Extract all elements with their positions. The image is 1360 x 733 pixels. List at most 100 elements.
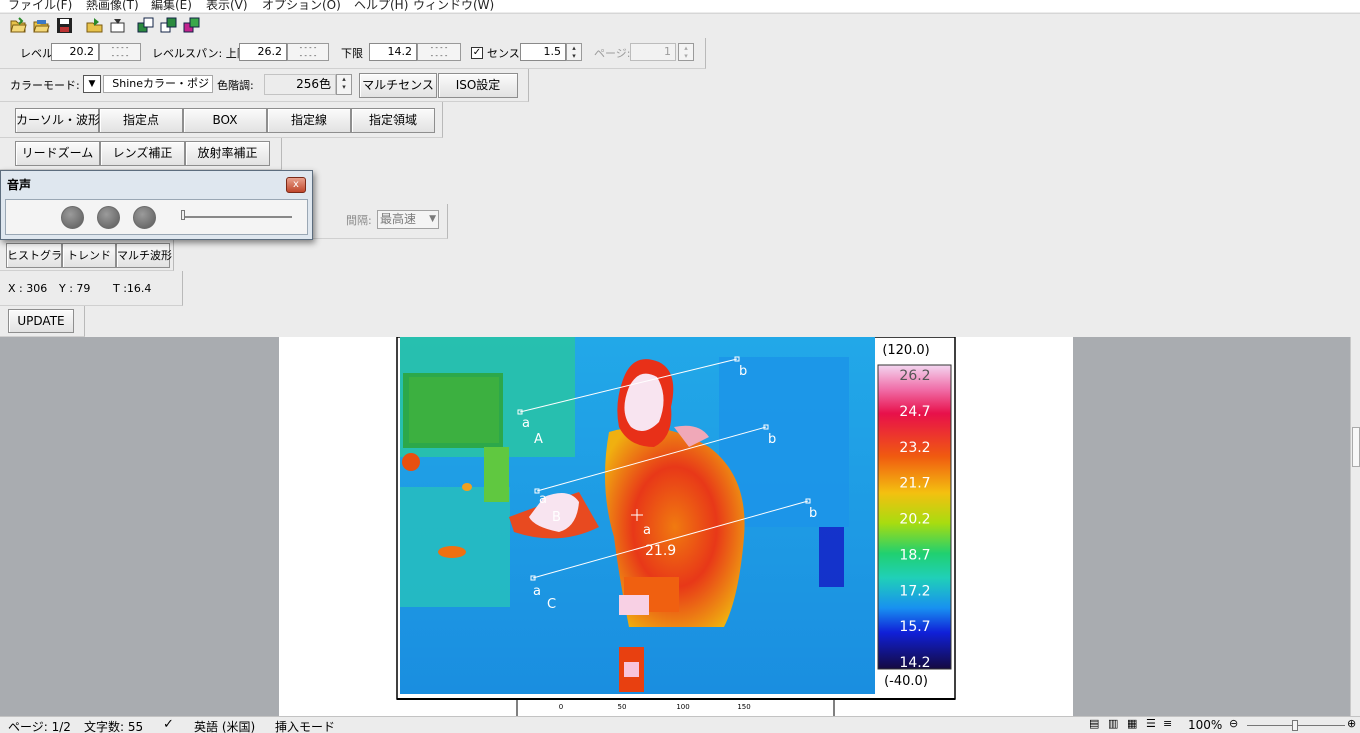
scale-tick-label: 26.2 xyxy=(899,368,930,384)
spellcheck-icon[interactable]: ✓ xyxy=(163,717,174,732)
level-spinner[interactable]: - - - -- - - - xyxy=(99,43,141,61)
menu-file[interactable]: ファイル(F) xyxy=(8,0,72,12)
chevron-down-icon[interactable]: ▼ xyxy=(83,75,101,93)
save-disk-icon[interactable] xyxy=(56,17,73,34)
upper-limit-input[interactable]: 26.2 xyxy=(239,43,287,61)
line-c-start-label: a xyxy=(533,584,541,599)
toolbar xyxy=(0,13,1360,37)
audio-controls xyxy=(5,199,308,235)
line-a-start-label: a xyxy=(522,416,530,431)
scale-tick-label: 14.2 xyxy=(899,655,930,671)
sense-checkbox[interactable]: ✓ xyxy=(471,47,483,59)
update-panel: UPDATE xyxy=(0,306,85,337)
open-folder-icon[interactable] xyxy=(10,17,27,34)
scale-tick-label: 17.2 xyxy=(899,583,930,599)
emissivity-correction-button[interactable]: 放射率補正 xyxy=(185,141,270,166)
line-button[interactable]: 指定線 xyxy=(267,108,351,133)
multi-waveform-button[interactable]: マルチ波形 xyxy=(116,243,172,268)
menu-options[interactable]: オプション(O) xyxy=(262,0,341,12)
window-tile-icon[interactable] xyxy=(137,17,154,34)
zoom-panel: リードズーム レンズ補正 放射率補正 xyxy=(0,138,282,170)
scale-tick-label: 24.7 xyxy=(899,404,930,420)
view-reading-icon[interactable]: ▥ xyxy=(1108,717,1118,730)
x-coordinate: X : 306 xyxy=(8,282,48,295)
view-outline-icon[interactable]: ☰ xyxy=(1146,717,1156,730)
scale-max-label: (120.0) xyxy=(882,343,929,358)
ruler-tick-label: 0 xyxy=(559,703,563,711)
menu-edit[interactable]: 編集(E) xyxy=(151,0,192,12)
zoom-slider-thumb[interactable] xyxy=(1292,720,1298,731)
trend-button[interactable]: トレンド xyxy=(62,243,116,268)
line-b-start-label: a xyxy=(539,492,547,507)
multi-sense-button[interactable]: マルチセンス xyxy=(359,73,437,98)
pause-button[interactable] xyxy=(97,206,120,229)
update-button[interactable]: UPDATE xyxy=(8,309,74,333)
sense-input[interactable]: 1.5 xyxy=(520,43,566,61)
tone-spinner[interactable]: ▴ ▾ xyxy=(336,74,352,95)
play-button[interactable] xyxy=(61,206,84,229)
interval-select[interactable]: 最高速 ▼ xyxy=(377,210,439,229)
cursor-temperature: 21.9 xyxy=(645,543,676,559)
ruler-labels: 0 50 100 150 xyxy=(559,703,751,711)
histogram-button[interactable]: ヒストグラム xyxy=(6,243,73,268)
color-panel: カラーモード: ▼ Shineカラー・ポジ 色階調: 256色 ▴ ▾ マルチセン… xyxy=(0,69,529,102)
interval-label: 間隔: xyxy=(346,214,372,227)
area-button[interactable]: 指定領域 xyxy=(351,108,435,133)
chevron-down-icon: ▼ xyxy=(429,214,436,224)
menu-view[interactable]: 表示(V) xyxy=(206,0,248,12)
lower-limit-spinner[interactable]: - - - -- - - - xyxy=(417,43,461,61)
iso-settings-button[interactable]: ISO設定 xyxy=(438,73,518,98)
menu-window[interactable]: ウィンドウ(W) xyxy=(413,0,494,12)
sense-spinner[interactable]: ▴ ▾ xyxy=(566,43,582,61)
line-b-end-label: b xyxy=(768,432,776,447)
zoom-out-icon[interactable]: ⊖ xyxy=(1229,717,1238,730)
zoom-in-icon[interactable]: ⊕ xyxy=(1347,717,1356,730)
menu-bar: ファイル(F) 熱画像(T) 編集(E) 表示(V) オプション(O) ヘルプ(… xyxy=(0,0,1360,12)
audio-dialog: 音声 x xyxy=(0,170,313,240)
status-page[interactable]: ページ: 1/2 xyxy=(8,718,71,733)
color-mode-select[interactable]: Shineカラー・ポジ xyxy=(103,75,213,93)
view-draft-icon[interactable]: ≡ xyxy=(1163,717,1172,730)
level-panel: レベル: 20.2 - - - -- - - - レベルスパン: 上限 26.2… xyxy=(0,38,706,69)
color-mode-label: カラーモード: xyxy=(10,79,80,92)
vertical-scrollbar[interactable] xyxy=(1350,337,1360,716)
lower-limit-label: 下限 xyxy=(341,47,363,60)
stop-button[interactable] xyxy=(133,206,156,229)
cursor-waveform-button[interactable]: カーソル・波形 xyxy=(15,108,100,133)
status-language[interactable]: 英語 (米国) xyxy=(194,718,255,733)
view-print-layout-icon[interactable]: ▤ xyxy=(1089,717,1099,730)
open-folder-multi-icon[interactable] xyxy=(33,17,50,34)
export-icon[interactable] xyxy=(109,17,126,34)
scrollbar-thumb[interactable] xyxy=(1352,427,1360,467)
status-char-count[interactable]: 文字数: 55 xyxy=(84,718,143,733)
read-zoom-button[interactable]: リードズーム xyxy=(15,141,100,166)
status-insert-mode[interactable]: 挿入モード xyxy=(275,718,335,733)
analysis-panel: ヒストグラム トレンド マルチ波形 xyxy=(0,239,174,271)
document-page: a b A a b B a b C a 21.9 (120.0) 26.2 24… xyxy=(279,337,1073,716)
upper-limit-spinner[interactable]: - - - -- - - - xyxy=(287,43,329,61)
box-button[interactable]: BOX xyxy=(183,108,267,133)
page-input[interactable]: 1 xyxy=(630,43,676,61)
scale-min-label: (-40.0) xyxy=(884,674,928,689)
tone-input[interactable]: 256色 xyxy=(264,74,336,95)
lens-correction-button[interactable]: レンズ補正 xyxy=(100,141,185,166)
zoom-level: 100% xyxy=(1188,718,1223,732)
sense-label: センス: xyxy=(487,47,524,60)
window-color-icon[interactable] xyxy=(183,17,200,34)
close-icon[interactable]: x xyxy=(286,177,306,193)
cursor-panel: カーソル・波形 指定点 BOX 指定線 指定領域 xyxy=(0,102,443,138)
page-label: ページ: xyxy=(594,47,631,60)
lower-limit-input[interactable]: 14.2 xyxy=(369,43,417,61)
volume-slider-thumb[interactable] xyxy=(181,210,185,220)
view-web-icon[interactable]: ▦ xyxy=(1127,717,1137,730)
page-spinner[interactable]: ▴ ▾ xyxy=(678,43,694,61)
y-coordinate: Y : 79 xyxy=(59,282,91,295)
point-button[interactable]: 指定点 xyxy=(99,108,183,133)
load-icon[interactable] xyxy=(86,17,103,34)
menu-thermal-image[interactable]: 熱画像(T) xyxy=(86,0,139,12)
scale-tick-label: 23.2 xyxy=(899,440,930,456)
window-copy-icon[interactable] xyxy=(160,17,177,34)
menu-help[interactable]: ヘルプ(H) xyxy=(354,0,408,12)
level-input[interactable]: 20.2 xyxy=(51,43,99,61)
tone-label: 色階調: xyxy=(217,79,254,92)
